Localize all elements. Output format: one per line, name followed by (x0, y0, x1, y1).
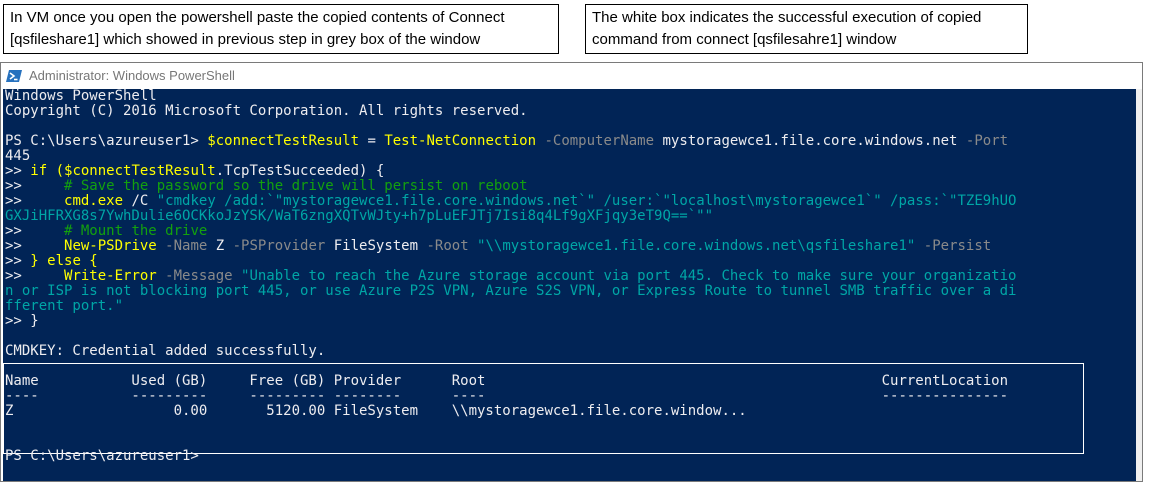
window-titlebar[interactable]: Administrator: Windows PowerShell (1, 63, 1142, 88)
variable-token: $connectTestResult (64, 163, 216, 179)
param-token: -Name (156, 238, 208, 254)
command-token: cmd.exe (64, 193, 124, 209)
console-close-brace-line: >> } (5, 313, 39, 329)
member-token: .TcpTestSucceeded) { (215, 163, 385, 179)
cmdlet-token: New-PSDrive (64, 238, 157, 254)
console-writeerror-wrap-line: n or ISP is not blocking port 445, or us… (5, 284, 1016, 299)
continuation-prompt: >> (5, 193, 65, 209)
console-else-line: >> } else { (5, 254, 98, 269)
console-cmdkey-result-line: CMDKEY: Credential added successfully. (5, 343, 326, 359)
param-token: -Port (957, 133, 1009, 149)
param-token: -Root (418, 238, 469, 254)
string-token: "cmdkey /add:`"mystoragewce1.file.core.w… (156, 193, 1017, 209)
console-output[interactable]: Windows PowerShell Copyright (C) 2016 Mi… (3, 89, 1136, 481)
continuation-prompt: >> (5, 163, 31, 179)
prompt-text: PS C:\Users\azureuser1> (5, 133, 208, 149)
console-scrollbar[interactable] (1136, 89, 1142, 481)
console-port-line: 445 (5, 149, 30, 164)
console-comment-line: >> # Mount the drive (5, 224, 207, 239)
console-writeerror-line: >> Write-Error -Message "Unable to reach… (5, 269, 1016, 284)
console-cmdkey-wrap-line: GXJiHFRXG8s7YwhDulie6OCKkoJzYSK/WaT6zngX… (5, 209, 713, 224)
string-token: GXJiHFRXG8s7YwhDulie6OCKkoJzYSK/WaT6zngX… (5, 208, 714, 224)
table-rule-line: ---- --------- --------- -------- ---- -… (5, 388, 1009, 404)
console-comment-line: >> # Save the password so the drive will… (5, 179, 528, 194)
comment-token: # Save the password so the drive will pe… (64, 178, 528, 194)
console-cmdkey-line: >> cmd.exe /C "cmdkey /add:`"mystoragewc… (5, 194, 1016, 209)
param-token: -Persist (915, 238, 992, 254)
arg-token: mystoragewce1.file.core.windows.net (654, 133, 958, 149)
param-token: -PSProvider (224, 238, 326, 254)
arg-token: FileSystem (325, 238, 419, 254)
continuation-prompt: >> (5, 178, 65, 194)
powershell-icon (6, 69, 22, 82)
arg-token: /C (123, 193, 157, 209)
powershell-window: Administrator: Windows PowerShell Window… (0, 62, 1143, 482)
continuation-prompt: >> (5, 253, 31, 269)
console-writeerror-wrap-line: fferent port." (5, 299, 123, 314)
comment-token: # Mount the drive (64, 223, 208, 239)
variable-token: $connectTestResult (207, 133, 360, 149)
table-header-line: Name Used (GB) Free (GB) Provider Root C… (5, 373, 1009, 389)
arg-token: 445 (5, 148, 31, 164)
console-newpsdrive-line: >> New-PSDrive -Name Z -PSProvider FileS… (5, 239, 991, 254)
console-command-line: PS C:\Users\azureuser1> $connectTestResu… (5, 134, 1008, 149)
keyword-token: } else { (30, 253, 98, 269)
table-row: Z 0.00 5120.00 FileSystem \\mystoragewce… (5, 403, 747, 419)
annotation-callout-right: The white box indicates the successful e… (585, 4, 1028, 54)
string-token: "Unable to reach the Azure storage accou… (232, 268, 1017, 284)
continuation-prompt: >> (5, 223, 65, 239)
keyword-token: if ( (30, 163, 65, 179)
console-banner-line: Windows PowerShell (5, 89, 157, 104)
cmdlet-token: Write-Error (64, 268, 157, 284)
console-copyright-line: Copyright (C) 2016 Microsoft Corporation… (5, 103, 528, 119)
arg-token: Z (207, 238, 225, 254)
param-token: -Message (156, 268, 233, 284)
console-final-prompt[interactable]: PS C:\Users\azureuser1> (5, 449, 199, 464)
annotation-callout-left: In VM once you open the powershell paste… (3, 4, 559, 54)
continuation-prompt: >> (5, 268, 65, 284)
cmdlet-token: Test-NetConnection (384, 133, 537, 149)
string-token: n or ISP is not blocking port 445, or us… (5, 283, 1017, 299)
continuation-prompt: >> (5, 238, 65, 254)
console-if-line: >> if ($connectTestResult.TcpTestSucceed… (5, 164, 384, 179)
param-token: -ComputerName (536, 133, 655, 149)
window-title: Administrator: Windows PowerShell (29, 68, 235, 83)
string-token: fferent port." (5, 298, 124, 314)
operator-token: = (359, 133, 385, 149)
string-token: "\\mystoragewce1.file.core.windows.net\q… (468, 238, 916, 254)
